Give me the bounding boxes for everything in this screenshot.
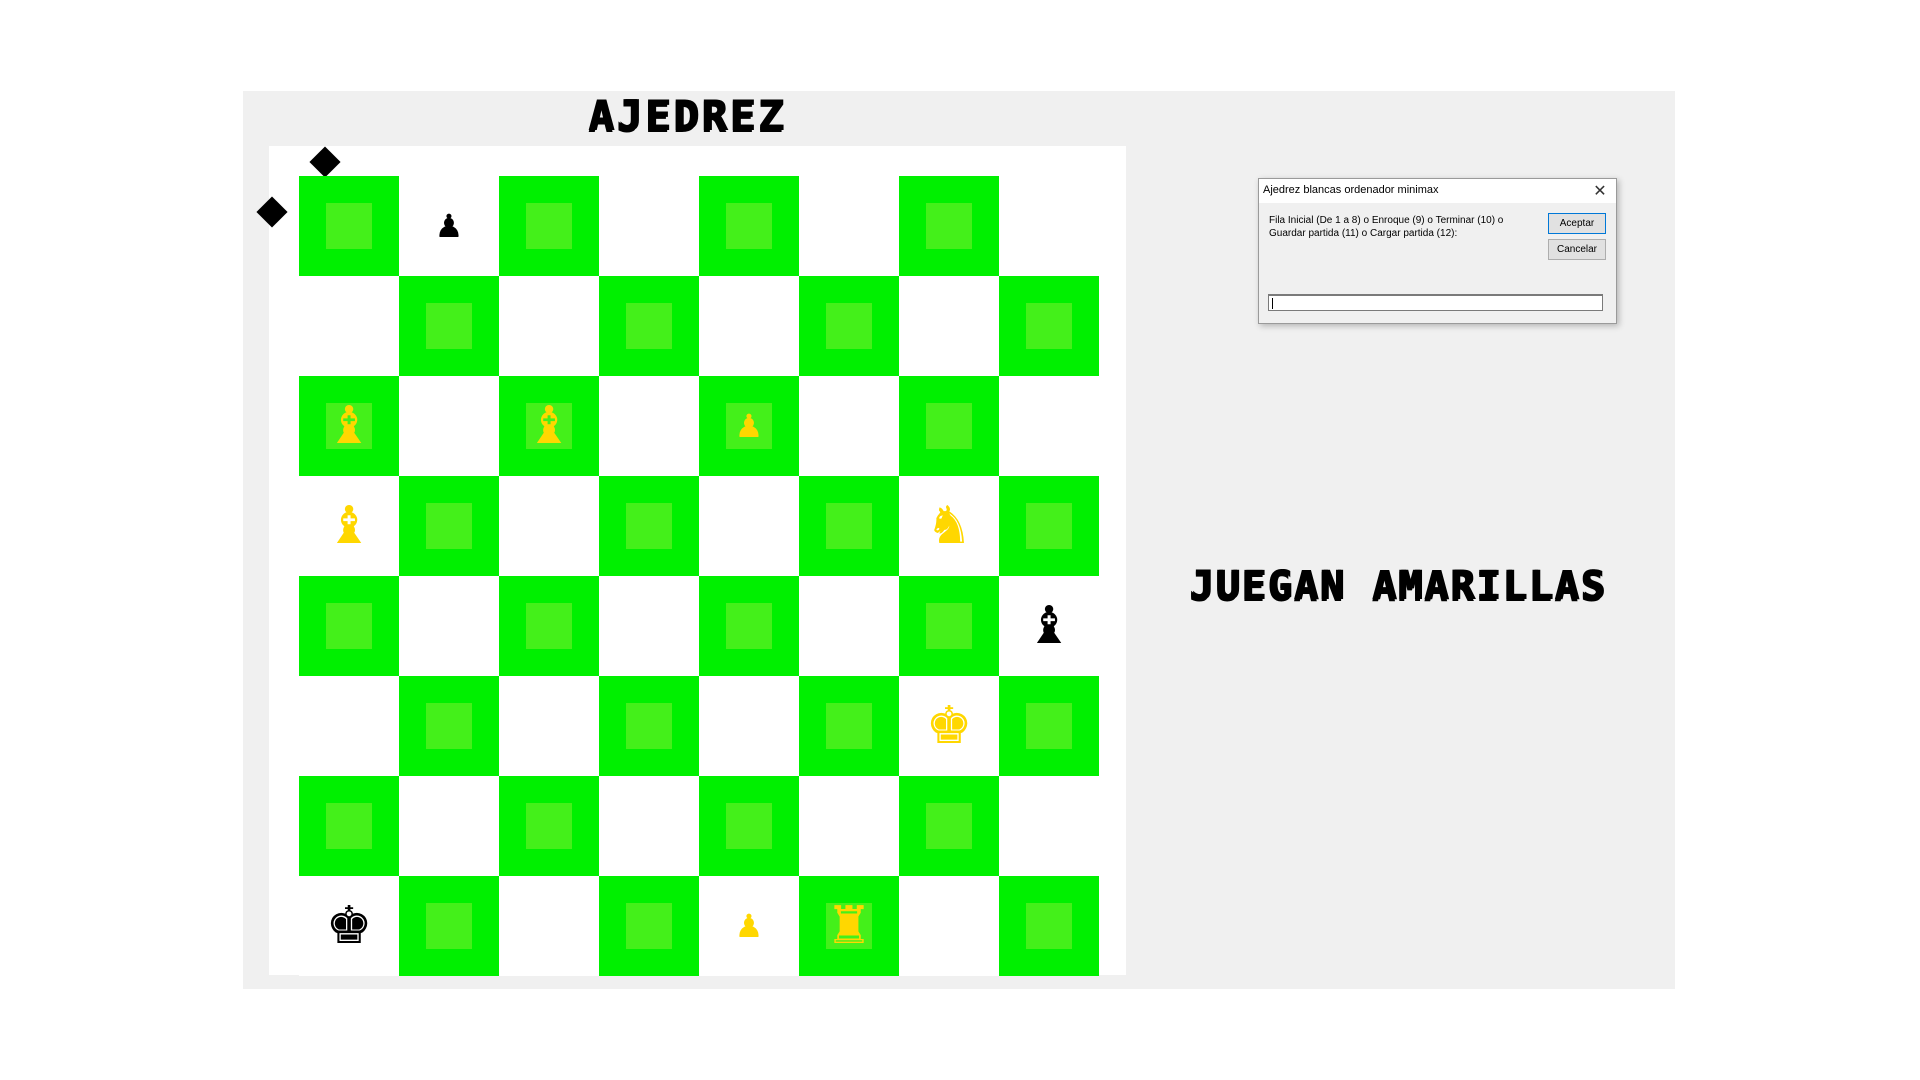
board-square[interactable] [599, 276, 699, 376]
board-square[interactable] [299, 676, 399, 776]
board-square[interactable] [899, 576, 999, 676]
board-square[interactable]: ♞ [899, 476, 999, 576]
board-square[interactable] [299, 776, 399, 876]
board-square[interactable] [399, 376, 499, 476]
board-square[interactable] [599, 376, 699, 476]
dialog-title: Ajedrez blancas ordenador minimax [1263, 184, 1439, 196]
board-square[interactable] [499, 776, 599, 876]
board-square[interactable] [399, 276, 499, 376]
move-input-field[interactable] [1268, 294, 1603, 311]
yellow-rook-icon[interactable]: ♜ [799, 876, 899, 976]
yellow-pawn-icon[interactable]: ♟ [699, 376, 799, 476]
board-square[interactable] [999, 876, 1099, 976]
board-square[interactable] [699, 676, 799, 776]
board-square[interactable] [399, 576, 499, 676]
yellow-bishop-icon[interactable]: ♝ [499, 376, 599, 476]
board-square[interactable] [999, 276, 1099, 376]
board-square[interactable] [999, 176, 1099, 276]
board-square[interactable] [799, 576, 899, 676]
board-square[interactable]: ♟ [699, 376, 799, 476]
close-icon[interactable]: ✕ [1590, 181, 1610, 201]
game-title: AJEDREZ [588, 91, 787, 140]
board-square[interactable] [399, 776, 499, 876]
board-square[interactable] [999, 676, 1099, 776]
column-marker-icon [309, 146, 341, 178]
board-area: ♟ ♝ ♝ ♟ ♝ ♞ ♝ ♚ ♚ ♟ ♜ [256, 146, 1126, 976]
board-square[interactable] [799, 176, 899, 276]
black-pawn-icon[interactable]: ♟ [399, 176, 499, 276]
board-square[interactable]: ♟ [399, 176, 499, 276]
yellow-king-icon[interactable]: ♚ [899, 676, 999, 776]
board-square[interactable] [599, 176, 699, 276]
board-square[interactable] [499, 176, 599, 276]
board-square[interactable] [499, 676, 599, 776]
turn-indicator: JUEGAN AMARILLAS [1189, 563, 1607, 609]
dialog-titlebar[interactable]: Ajedrez blancas ordenador minimax ✕ [1259, 179, 1616, 203]
board-square[interactable] [899, 376, 999, 476]
board-square[interactable] [599, 676, 699, 776]
board-square[interactable]: ♜ [799, 876, 899, 976]
board-square[interactable] [799, 476, 899, 576]
board-square[interactable]: ♚ [299, 876, 399, 976]
board-square[interactable] [299, 176, 399, 276]
board-square[interactable] [599, 876, 699, 976]
board-square[interactable]: ♟ [699, 876, 799, 976]
board-square[interactable] [699, 776, 799, 876]
board-square[interactable] [999, 476, 1099, 576]
board-square[interactable] [999, 776, 1099, 876]
input-dialog: Ajedrez blancas ordenador minimax ✕ Fila… [1258, 178, 1617, 324]
board-square[interactable] [599, 576, 699, 676]
yellow-bishop-icon[interactable]: ♝ [299, 476, 399, 576]
board-square[interactable] [499, 576, 599, 676]
board-square[interactable] [399, 876, 499, 976]
board-square[interactable] [999, 376, 1099, 476]
board-square[interactable] [799, 776, 899, 876]
board-square[interactable] [799, 676, 899, 776]
board-square[interactable]: ♚ [899, 676, 999, 776]
board-square[interactable] [299, 576, 399, 676]
yellow-bishop-icon[interactable]: ♝ [299, 376, 399, 476]
chess-board[interactable]: ♟ ♝ ♝ ♟ ♝ ♞ ♝ ♚ ♚ ♟ ♜ [299, 176, 1099, 976]
black-king-icon[interactable]: ♚ [299, 876, 399, 976]
board-square[interactable]: ♝ [299, 476, 399, 576]
game-window: AJEDREZ ♟ ♝ ♝ ♟ ♝ ♞ ♝ ♚ ♚ ♟ ♜ JUEGAN AMARILLAS Aje… [243, 91, 1675, 989]
board-square[interactable] [699, 476, 799, 576]
board-square[interactable] [499, 276, 599, 376]
board-square[interactable] [299, 276, 399, 376]
board-square[interactable] [499, 476, 599, 576]
black-bishop-icon[interactable]: ♝ [999, 576, 1099, 676]
board-square[interactable] [599, 776, 699, 876]
board-square[interactable] [399, 676, 499, 776]
board-square[interactable]: ♝ [499, 376, 599, 476]
board-square[interactable] [499, 876, 599, 976]
board-square[interactable] [599, 476, 699, 576]
board-square[interactable] [799, 376, 899, 476]
yellow-pawn-icon[interactable]: ♟ [699, 876, 799, 976]
board-square[interactable] [899, 776, 999, 876]
board-square[interactable] [899, 176, 999, 276]
accept-button[interactable]: Aceptar [1548, 213, 1606, 234]
board-square[interactable]: ♝ [299, 376, 399, 476]
board-square[interactable] [899, 276, 999, 376]
dialog-prompt: Fila Inicial (De 1 a 8) o Enroque (9) o … [1269, 215, 1504, 239]
board-square[interactable] [899, 876, 999, 976]
board-square[interactable] [699, 176, 799, 276]
text-caret [1272, 298, 1273, 309]
board-square[interactable] [699, 576, 799, 676]
board-square[interactable] [799, 276, 899, 376]
yellow-knight-icon[interactable]: ♞ [899, 476, 999, 576]
cancel-button[interactable]: Cancelar [1548, 239, 1606, 260]
board-square[interactable] [699, 276, 799, 376]
board-square[interactable] [399, 476, 499, 576]
board-square[interactable]: ♝ [999, 576, 1099, 676]
row-marker-icon [256, 196, 288, 228]
